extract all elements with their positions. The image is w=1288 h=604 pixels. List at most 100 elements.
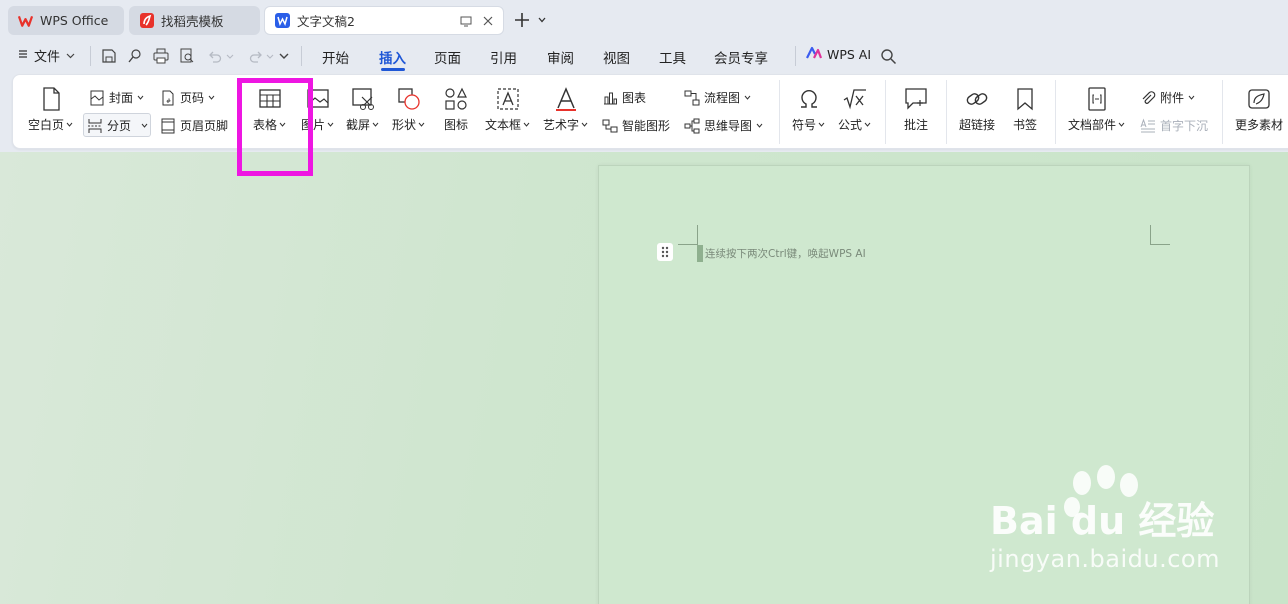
undo-dropdown-icon[interactable] <box>226 48 234 64</box>
print-preview-icon[interactable] <box>179 48 195 64</box>
chevron-down-icon <box>818 122 825 127</box>
chevron-down-icon <box>372 122 379 127</box>
smart-graphic-button[interactable]: 智能图形 <box>602 117 670 134</box>
close-tab-icon[interactable] <box>482 15 494 30</box>
hamburger-icon <box>18 48 28 63</box>
watermark-brand: Bai du 经验 <box>990 499 1215 543</box>
tab-review[interactable]: 审阅 <box>547 47 574 67</box>
paperclip-icon <box>1142 90 1156 104</box>
search-icon[interactable] <box>880 48 897 65</box>
hyperlink-button[interactable]: 超链接 <box>959 86 995 133</box>
tab-membership[interactable]: 会员专享 <box>714 47 768 67</box>
more-materials-button[interactable]: 更多素材 <box>1235 86 1283 133</box>
wps-ai-hint-text: 连续按下两次Ctrl键，唤起WPS AI <box>705 248 866 260</box>
wps-ai-button[interactable]: WPS AI <box>806 46 871 63</box>
formula-button[interactable]: 公式 <box>838 86 871 133</box>
shape-button[interactable]: 形状 <box>392 86 425 133</box>
menu-bar: 文件 开始 插入 页面 引用 审阅 视图 工具 会员专享 WPS AI <box>0 40 1288 72</box>
screenshot-button[interactable]: 截屏 <box>346 86 379 133</box>
chevron-down-icon <box>1188 95 1195 100</box>
margin-corner-mark <box>1150 225 1170 245</box>
file-menu-button[interactable]: 文件 <box>18 46 75 65</box>
undo-icon[interactable] <box>207 48 223 64</box>
tab-view[interactable]: 视图 <box>603 47 630 67</box>
redo-dropdown-icon[interactable] <box>266 48 274 64</box>
chart-label: 图表 <box>622 91 647 105</box>
redo-icon[interactable] <box>248 48 264 64</box>
more-materials-icon <box>1248 89 1270 109</box>
document-parts-icon <box>1087 87 1106 111</box>
mindmap-button[interactable]: 思维导图 <box>684 117 763 134</box>
more-materials-label: 更多素材 <box>1235 118 1284 132</box>
word-doc-icon <box>275 13 290 28</box>
document-parts-button[interactable]: 文档部件 <box>1068 86 1125 133</box>
restore-window-icon[interactable] <box>460 15 472 30</box>
page-break-label: 分页 <box>107 119 132 133</box>
tab-label: WPS Office <box>40 13 109 28</box>
header-footer-button[interactable]: 页眉页脚 <box>160 117 228 134</box>
mindmap-label: 思维导图 <box>704 119 753 133</box>
icon-library-button[interactable]: 图标 <box>443 86 469 133</box>
tab-docer-templates[interactable]: 找稻壳模板 <box>129 6 260 35</box>
hyperlink-label: 超链接 <box>959 118 996 132</box>
tab-references[interactable]: 引用 <box>490 47 517 67</box>
chevron-down-icon <box>141 123 148 128</box>
tab-list-chevron-icon[interactable] <box>537 14 547 24</box>
paragraph-drag-handle-icon[interactable] <box>657 243 673 261</box>
screenshot-label: 截屏 <box>346 118 371 132</box>
new-tab-plus-icon[interactable] <box>512 10 532 30</box>
flowchart-label: 流程图 <box>704 91 741 105</box>
table-highlight-box <box>237 78 313 176</box>
chevron-down-icon <box>581 122 588 127</box>
save-icon[interactable] <box>101 48 117 64</box>
wordart-icon <box>555 87 576 111</box>
omega-icon <box>800 89 817 108</box>
page-break-button[interactable]: 分页 <box>87 117 148 134</box>
symbol-label: 符号 <box>792 118 817 132</box>
cover-icon <box>90 90 104 105</box>
textbox-button[interactable]: 文本框 <box>485 86 530 133</box>
icons-grid-icon <box>445 87 467 110</box>
page-number-button[interactable]: # 页码 <box>160 89 215 106</box>
shape-label: 形状 <box>392 118 417 132</box>
comment-label: 批注 <box>903 118 928 132</box>
comment-button[interactable]: 批注 <box>903 86 929 133</box>
formula-label: 公式 <box>838 118 863 132</box>
mindmap-icon <box>684 118 700 133</box>
chevron-down-icon <box>418 122 425 127</box>
page-number-icon: # <box>162 90 174 105</box>
blank-page-button[interactable]: 空白页 <box>28 86 73 133</box>
tab-home[interactable]: 开始 <box>322 47 349 67</box>
attachment-button[interactable]: 附件 <box>1140 89 1195 106</box>
drop-cap-label: 首字下沉 <box>1160 119 1209 133</box>
quick-access-more-icon[interactable] <box>276 48 292 64</box>
format-painter-icon[interactable] <box>127 48 143 64</box>
tab-tools[interactable]: 工具 <box>659 47 686 67</box>
bookmark-button[interactable]: 书签 <box>1012 86 1038 133</box>
chevron-down-icon <box>1118 122 1125 127</box>
chevron-down-icon <box>66 122 73 127</box>
page-number-label: 页码 <box>180 91 205 105</box>
chevron-down-icon <box>744 95 751 100</box>
cover-button[interactable]: 封面 <box>89 89 144 106</box>
tab-document[interactable]: 文字文稿2 <box>264 6 504 35</box>
cover-label: 封面 <box>109 91 134 105</box>
header-footer-label: 页眉页脚 <box>180 119 229 133</box>
formula-sqrt-icon <box>843 89 866 110</box>
smart-graphic-icon <box>602 119 618 132</box>
header-footer-icon <box>161 118 175 133</box>
wordart-button[interactable]: 艺术字 <box>543 86 588 133</box>
tab-insert[interactable]: 插入 <box>379 47 406 67</box>
chevron-down-icon <box>327 122 334 127</box>
flowchart-button[interactable]: 流程图 <box>684 89 751 106</box>
wps-ai-label: WPS AI <box>827 47 872 62</box>
chevron-down-icon <box>864 122 871 127</box>
symbol-button[interactable]: 符号 <box>792 86 825 133</box>
chart-button[interactable]: 图表 <box>602 89 646 106</box>
drop-cap-button[interactable]: 首字下沉 <box>1140 117 1208 134</box>
print-icon[interactable] <box>153 48 169 64</box>
tab-page[interactable]: 页面 <box>434 47 461 67</box>
chevron-down-icon <box>523 122 530 127</box>
tab-wps-office[interactable]: WPS Office <box>8 6 124 35</box>
chevron-down-icon <box>756 123 763 128</box>
